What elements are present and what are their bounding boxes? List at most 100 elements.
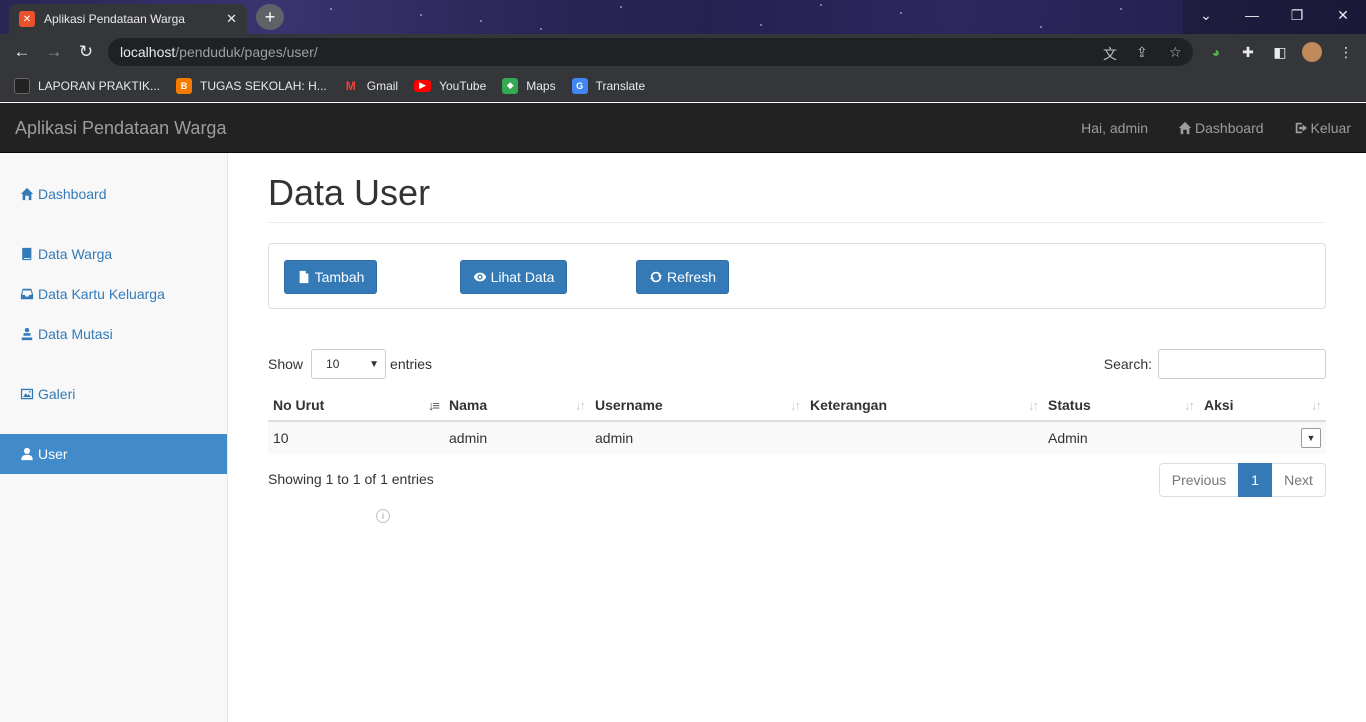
title-divider bbox=[268, 222, 1326, 223]
sidebar-item-dashboard[interactable]: Dashboard bbox=[0, 174, 227, 214]
bookmark-laporan[interactable]: LAPORAN PRAKTIK... bbox=[14, 77, 161, 94]
minimize-icon[interactable]: — bbox=[1229, 0, 1275, 30]
sidebar-item-galeri[interactable]: Galeri bbox=[0, 374, 227, 414]
share-icon[interactable]: ⇪ bbox=[1136, 44, 1148, 61]
sort-asc-icon: ↓≡ bbox=[427, 398, 440, 413]
sort-both-icon: ↓↑ bbox=[575, 398, 586, 413]
close-tab-icon[interactable]: ✕ bbox=[226, 11, 237, 27]
column-header-no-urut[interactable]: No Urut ↓≡ bbox=[268, 389, 444, 422]
sidebar: Dashboard Data Warga Data Kartu Keluarga… bbox=[0, 153, 228, 722]
bookmark-label: Gmail bbox=[366, 78, 399, 93]
bookmark-translate[interactable]: G Translate bbox=[571, 77, 646, 94]
app-nav-right: Hai, admin Dashboard Keluar bbox=[1051, 103, 1351, 153]
user-icon bbox=[21, 447, 33, 461]
maps-icon: ◆ bbox=[502, 77, 519, 94]
app-navbar: Aplikasi Pendataan Warga Hai, admin Dash… bbox=[0, 103, 1366, 153]
chevron-down-icon: ▼ bbox=[369, 358, 380, 370]
cell-keterangan bbox=[805, 421, 1043, 454]
sidebar-item-label: Galeri bbox=[38, 386, 76, 402]
table-info: Showing 1 to 1 of 1 entries bbox=[268, 471, 434, 487]
extensions-puzzle-icon[interactable]: ✚ bbox=[1238, 42, 1258, 62]
column-header-nama[interactable]: Nama ↓↑ bbox=[444, 389, 590, 422]
entries-select-value: 10 bbox=[326, 357, 340, 371]
bookmark-tugas[interactable]: B TUGAS SEKOLAH: H... bbox=[176, 77, 327, 94]
tab-search-icon[interactable]: ⌄ bbox=[1183, 0, 1229, 30]
view-data-button[interactable]: Lihat Data bbox=[460, 260, 567, 294]
sidebar-item-data-mutasi[interactable]: Data Mutasi bbox=[0, 314, 227, 354]
sidebar-item-label: Data Warga bbox=[38, 246, 113, 262]
address-bar[interactable]: i localhost/penduduk/pages/user/ 文 ⇪ ☆ bbox=[108, 38, 1193, 523]
browser-tab[interactable]: ✕ Aplikasi Pendataan Warga ✕ bbox=[9, 4, 247, 34]
new-tab-button[interactable]: + bbox=[256, 4, 284, 30]
refresh-button-label: Refresh bbox=[666, 269, 717, 285]
column-header-aksi[interactable]: Aksi ↓↑ bbox=[1199, 389, 1326, 422]
entries-select[interactable]: 10 ▼ bbox=[311, 349, 387, 379]
bookmark-youtube[interactable]: ▶ YouTube bbox=[414, 79, 486, 93]
forward-icon[interactable]: → bbox=[42, 40, 66, 64]
side-panel-icon[interactable]: ◧ bbox=[1270, 42, 1290, 62]
bookmark-star-icon[interactable]: ☆ bbox=[1169, 44, 1182, 61]
eye-icon bbox=[473, 272, 486, 282]
app-brand[interactable]: Aplikasi Pendataan Warga bbox=[15, 118, 226, 139]
reload-icon[interactable]: ↻ bbox=[74, 40, 98, 64]
sidebar-item-user[interactable]: User bbox=[0, 434, 227, 474]
column-label: No Urut bbox=[273, 396, 325, 413]
back-icon[interactable]: ← bbox=[10, 40, 34, 64]
column-header-username[interactable]: Username ↓↑ bbox=[590, 389, 805, 422]
bookmark-gmail[interactable]: M Gmail bbox=[343, 78, 398, 94]
home-icon bbox=[20, 187, 34, 201]
pagination-previous[interactable]: Previous bbox=[1159, 463, 1239, 497]
restore-icon[interactable]: ❐ bbox=[1274, 0, 1320, 30]
bookmark-label: YouTube bbox=[439, 78, 487, 93]
user-table: No Urut ↓≡ Nama ↓↑ Username ↓↑ Keterangan ↓↑… bbox=[268, 389, 1326, 454]
inbox-icon bbox=[20, 288, 34, 300]
column-header-keterangan[interactable]: Keterangan ↓↑ bbox=[805, 389, 1043, 422]
youtube-icon: ▶ bbox=[414, 79, 432, 92]
pagination: Previous 1 Next bbox=[1159, 463, 1326, 497]
browser-toolbar: ← → ↻ i localhost/penduduk/pages/user/ 文… bbox=[0, 34, 1366, 523]
bookmark-label: Translate bbox=[595, 78, 646, 93]
action-dropdown-button[interactable]: ▼ bbox=[1301, 428, 1321, 448]
profile-avatar[interactable] bbox=[1302, 42, 1322, 62]
book-icon bbox=[22, 247, 32, 261]
page-title: Data User bbox=[268, 172, 431, 213]
greeting: Hai, admin bbox=[1081, 120, 1148, 136]
bookmarks-bar: LAPORAN PRAKTIK... B TUGAS SEKOLAH: H... … bbox=[0, 70, 1366, 102]
sort-both-icon: ↓↑ bbox=[1184, 398, 1195, 413]
menu-kebab-icon[interactable]: ⋮ bbox=[1336, 42, 1356, 62]
pagination-page-1[interactable]: 1 bbox=[1238, 463, 1272, 497]
nav-logout-label: Keluar bbox=[1310, 120, 1351, 136]
sidebar-item-label: Data Mutasi bbox=[38, 326, 113, 342]
column-header-status[interactable]: Status ↓↑ bbox=[1043, 389, 1199, 422]
sidebar-item-data-warga[interactable]: Data Warga bbox=[0, 234, 227, 274]
nav-logout-link[interactable]: Keluar bbox=[1294, 120, 1351, 136]
site-info-icon[interactable]: i bbox=[376, 509, 390, 523]
action-panel: Tambah Lihat Data Refresh bbox=[268, 243, 1326, 309]
entries-label: entries bbox=[390, 356, 433, 372]
bookmark-label: LAPORAN PRAKTIK... bbox=[38, 78, 161, 93]
bookmark-maps[interactable]: ◆ Maps bbox=[502, 77, 556, 94]
translate-page-icon[interactable]: 文 bbox=[1103, 44, 1117, 64]
cell-status: Admin bbox=[1043, 421, 1199, 454]
close-window-icon[interactable]: ✕ bbox=[1320, 0, 1366, 30]
search-input[interactable] bbox=[1158, 349, 1326, 379]
refresh-button[interactable]: Refresh bbox=[636, 260, 729, 294]
cell-username: admin bbox=[590, 421, 805, 454]
cell-nama: admin bbox=[444, 421, 590, 454]
add-button-label: Tambah bbox=[314, 269, 365, 285]
add-button[interactable]: Tambah bbox=[284, 260, 377, 294]
sort-both-icon: ↓↑ bbox=[1311, 398, 1322, 413]
column-label: Username bbox=[595, 396, 663, 413]
sidebar-item-kartu-keluarga[interactable]: Data Kartu Keluarga bbox=[0, 274, 227, 314]
blogger-icon: B bbox=[176, 77, 193, 94]
nav-dashboard-link[interactable]: Dashboard bbox=[1178, 120, 1264, 136]
bookmark-image-icon bbox=[14, 77, 30, 94]
cell-aksi: ▼ bbox=[1199, 421, 1326, 454]
view-data-button-label: Lihat Data bbox=[490, 269, 555, 285]
column-label: Keterangan bbox=[810, 396, 888, 413]
column-label: Status bbox=[1048, 396, 1091, 413]
pagination-next[interactable]: Next bbox=[1271, 463, 1326, 497]
url-host: localhost bbox=[120, 44, 176, 60]
extension-globe-icon[interactable]: ◕ bbox=[1206, 42, 1226, 62]
sort-both-icon: ↓↑ bbox=[790, 398, 801, 413]
